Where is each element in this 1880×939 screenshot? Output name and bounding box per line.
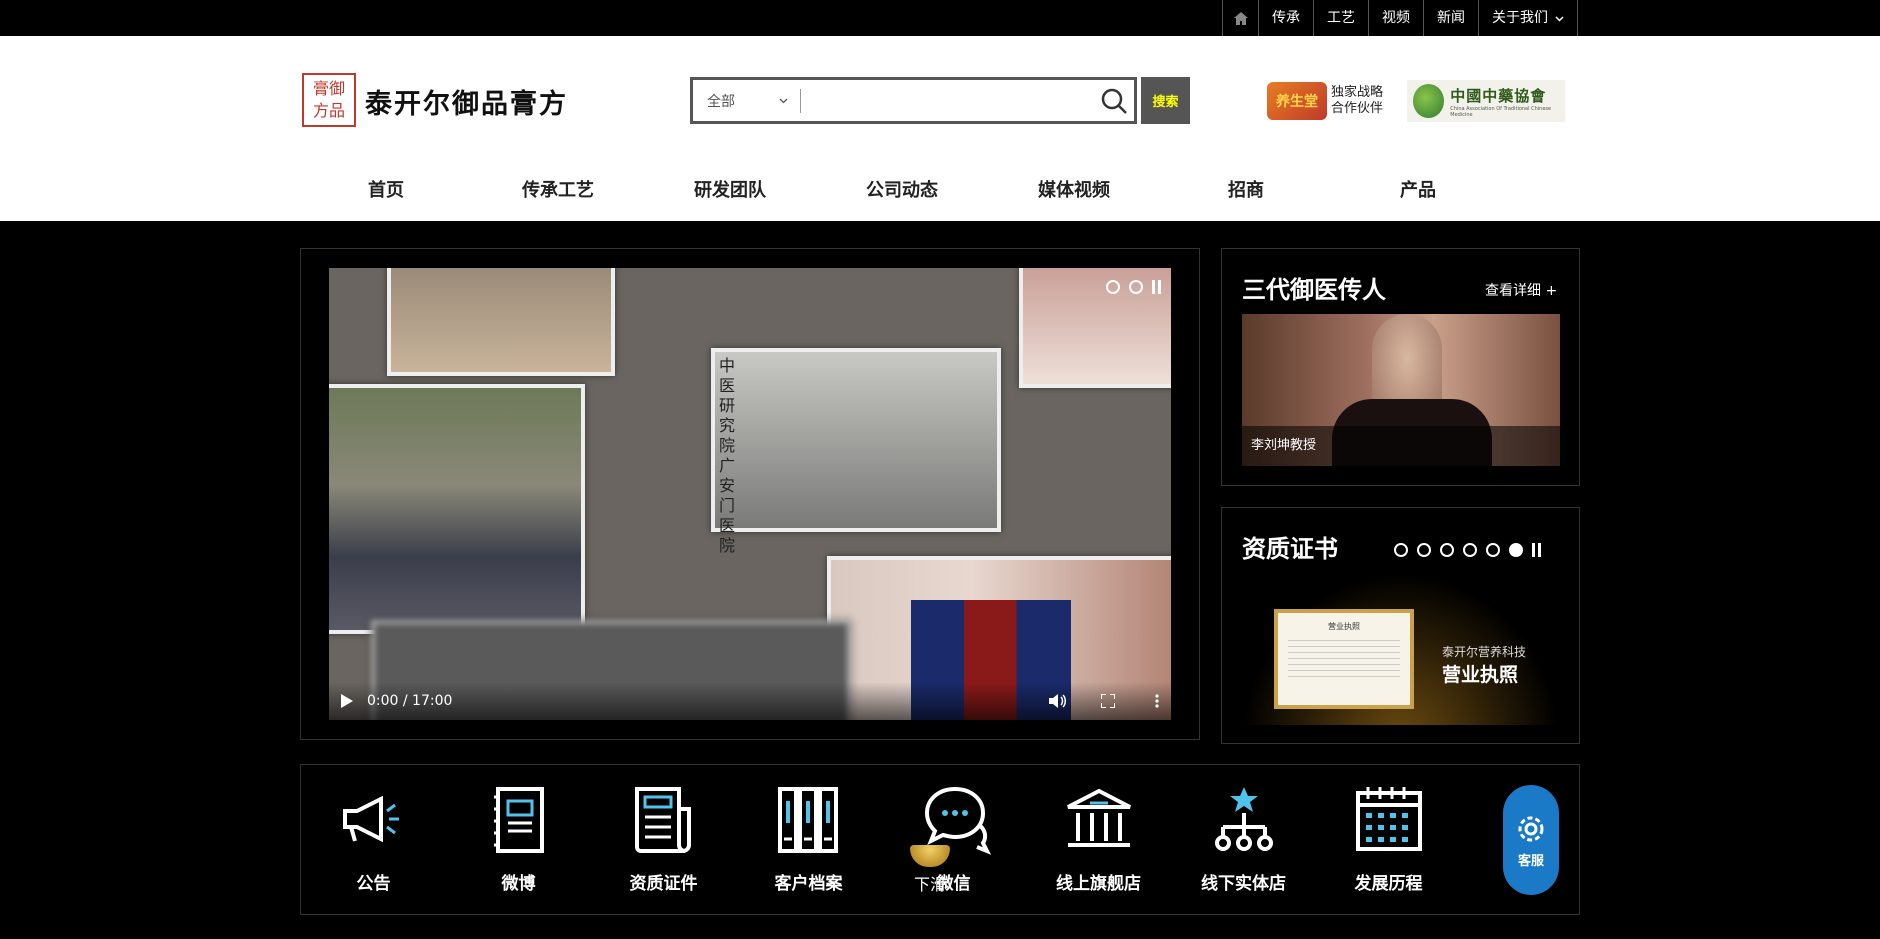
quick-link-offline-store[interactable]: 线下实体店 <box>1171 765 1316 894</box>
top-links: 传承 工艺 视频 新闻 关于我们 <box>1222 0 1579 36</box>
video-slide-controls <box>1106 280 1161 294</box>
search-icon[interactable] <box>1094 80 1134 121</box>
gold-ingot-icon <box>910 845 950 867</box>
quick-link-announcement[interactable]: 公告 <box>301 765 446 894</box>
association-name: 中國中藥協會 <box>1450 86 1547 105</box>
cert-slide-dot[interactable] <box>1486 543 1500 557</box>
video-time: 0:00 / 17:00 <box>367 693 453 709</box>
cert-slide-dot[interactable] <box>1463 543 1477 557</box>
scroll-hint[interactable]: 下滑 <box>910 845 950 895</box>
photo-sign: 中医研究院广安门医院 <box>719 356 736 555</box>
fullscreen-icon[interactable] <box>1101 694 1115 708</box>
cert-slide-dot[interactable] <box>1440 543 1454 557</box>
quick-link-label: 线上旗舰店 <box>1056 874 1141 894</box>
quick-link-wechat[interactable]: 微信 <box>881 765 1026 894</box>
quick-link-label: 客户档案 <box>774 874 843 894</box>
nav-franchise[interactable]: 招商 <box>1160 176 1332 202</box>
heritage-photo[interactable]: 李刘坤教授 <box>1242 314 1560 466</box>
binders-icon <box>777 787 838 853</box>
partner-text: 独家战略 合作伙伴 <box>1331 85 1383 117</box>
cert-name: 营业执照 <box>1442 664 1519 686</box>
nav-heritage-craft[interactable]: 传承工艺 <box>472 176 644 202</box>
play-icon[interactable] <box>341 694 353 708</box>
chevron-down-icon <box>779 98 788 103</box>
nav-products[interactable]: 产品 <box>1332 176 1504 202</box>
cert-slide-controls <box>1394 543 1541 557</box>
archive-photo <box>329 384 585 634</box>
heritage-more-link[interactable]: 查看详细 + <box>1485 280 1557 300</box>
top-link-gongyi[interactable]: 工艺 <box>1314 0 1369 36</box>
gear-icon <box>1518 816 1544 841</box>
quick-link-online-store[interactable]: 线上旗舰店 <box>1026 765 1171 894</box>
archive-photo: 中医研究院广安门医院 <box>711 348 1001 555</box>
notebook-icon <box>493 787 544 853</box>
association-logo[interactable]: 中國中藥協會 China Association Of Traditional … <box>1407 80 1565 122</box>
association-emblem-icon <box>1413 84 1445 118</box>
more-options-icon[interactable] <box>1155 694 1159 708</box>
video-slide-dot[interactable] <box>1129 280 1143 294</box>
heritage-caption: 李刘坤教授 <box>1242 426 1560 466</box>
customer-service-label: 客服 <box>1517 853 1544 869</box>
quick-link-label: 公告 <box>356 874 391 894</box>
home-icon <box>1233 11 1248 25</box>
search-input[interactable] <box>801 80 1094 121</box>
video-slide-dot[interactable] <box>1106 280 1120 294</box>
nav-home[interactable]: 首页 <box>300 176 472 202</box>
search-category-value: 全部 <box>707 93 735 110</box>
chevron-down-icon <box>1555 16 1564 22</box>
top-link-shipin[interactable]: 视频 <box>1369 0 1424 36</box>
partner-line-1: 独家战略 <box>1331 85 1384 100</box>
partner-logo: 养生堂 <box>1267 82 1327 120</box>
site-logo[interactable]: 膏御方品 <box>302 73 356 127</box>
archive-photo <box>387 268 615 376</box>
pause-icon[interactable] <box>1532 543 1541 557</box>
quick-link-history[interactable]: 发展历程 <box>1316 765 1461 894</box>
video-player[interactable]: 中医研究院广安门医院 0:00 / 17:00 <box>329 268 1171 720</box>
store-network-icon <box>1214 787 1273 851</box>
nav-rd-team[interactable]: 研发团队 <box>644 176 816 202</box>
newspaper-icon <box>634 787 691 853</box>
cert-slide-dot[interactable] <box>1394 543 1408 557</box>
volume-icon[interactable] <box>1049 693 1067 709</box>
customer-service-button[interactable]: 客服 <box>1503 785 1559 895</box>
partner-badge[interactable]: 养生堂 独家战略 合作伙伴 <box>1267 82 1383 120</box>
top-link-xinwen[interactable]: 新闻 <box>1424 0 1479 36</box>
brand-name[interactable]: 泰开尔御品膏方 <box>365 82 568 121</box>
license-frame: 营业执照 <box>1274 609 1414 709</box>
pause-icon[interactable] <box>1152 280 1161 294</box>
partner-line-2: 合作伙伴 <box>1331 101 1384 116</box>
top-link-chuancheng[interactable]: 传承 <box>1259 0 1314 36</box>
video-controls: 0:00 / 17:00 <box>329 682 1171 720</box>
cert-title: 资质证书 <box>1242 535 1338 563</box>
license-frame-title: 营业执照 <box>1328 622 1360 631</box>
association-english: China Association Of Traditional Chinese… <box>1450 105 1552 118</box>
top-bar: 传承 工艺 视频 新闻 关于我们 <box>0 0 1880 36</box>
heritage-title: 三代御医传人 <box>1242 276 1386 304</box>
nav-company-news[interactable]: 公司动态 <box>816 176 988 202</box>
cert-image[interactable]: 营业执照 泰开尔营养科技 营业执照 <box>1242 573 1560 725</box>
quick-link-label: 线下实体店 <box>1201 874 1286 894</box>
search-category-select[interactable]: 全部 <box>693 88 801 113</box>
quick-link-client-files[interactable]: 客户档案 <box>736 765 881 894</box>
bank-building-icon <box>1066 788 1131 847</box>
home-link[interactable] <box>1223 0 1259 36</box>
quick-link-credentials[interactable]: 资质证件 <box>591 765 736 894</box>
search-box: 全部 <box>690 77 1137 124</box>
quick-link-label: 微博 <box>501 874 536 894</box>
cert-slide-dot[interactable] <box>1417 543 1431 557</box>
top-link-about[interactable]: 关于我们 <box>1479 0 1579 36</box>
scroll-hint-label: 下滑 <box>913 875 946 894</box>
search-button[interactable]: 搜索 <box>1141 77 1190 124</box>
calendar-icon <box>1355 787 1422 851</box>
cert-company: 泰开尔营养科技 <box>1442 645 1527 659</box>
main-nav: 首页 传承工艺 研发团队 公司动态 媒体视频 招商 产品 <box>300 176 1580 202</box>
megaphone-icon <box>342 795 399 843</box>
quick-link-label: 资质证件 <box>629 874 698 894</box>
top-link-about-label: 关于我们 <box>1492 10 1548 26</box>
nav-media-video[interactable]: 媒体视频 <box>988 176 1160 202</box>
cert-slide-dot-active[interactable] <box>1509 543 1523 557</box>
quick-link-label: 发展历程 <box>1354 874 1423 894</box>
quick-link-weibo[interactable]: 微博 <box>446 765 591 894</box>
